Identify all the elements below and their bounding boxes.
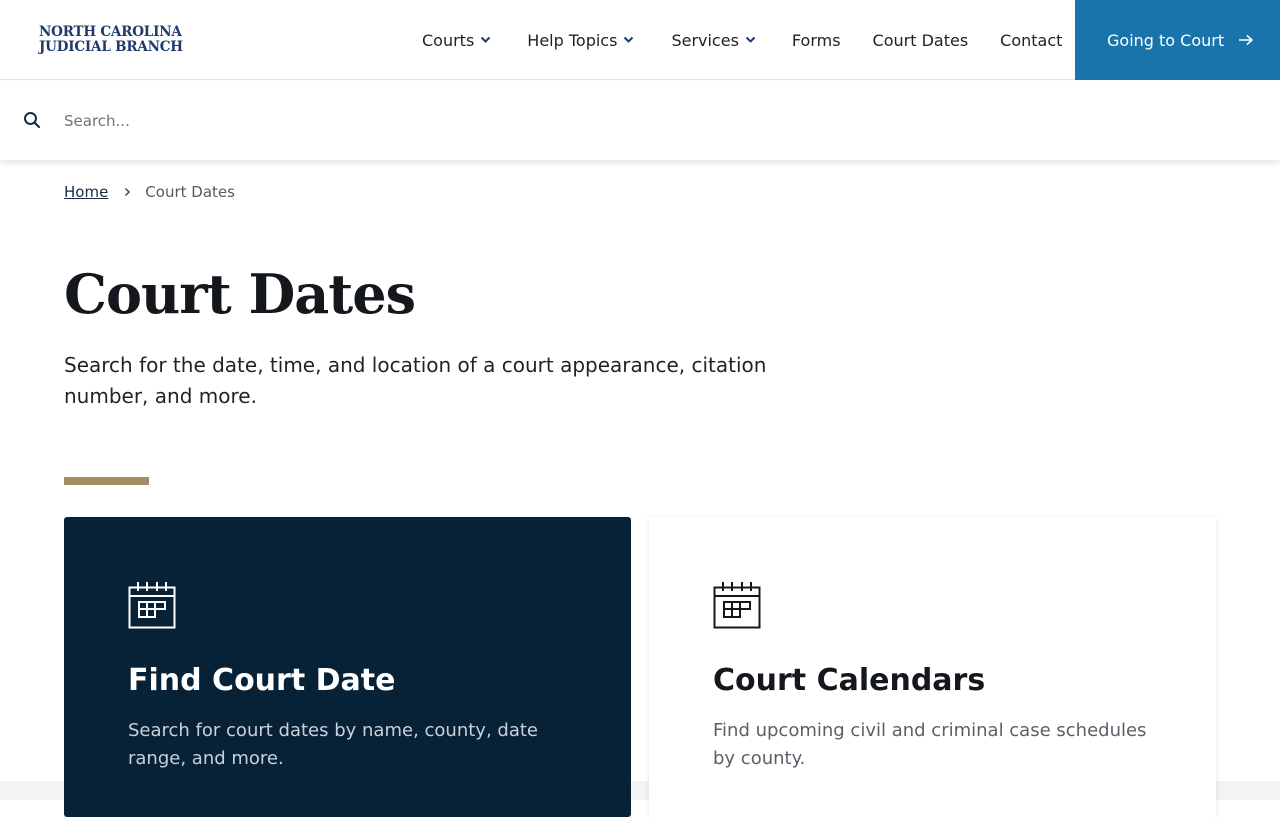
card-description: Find upcoming civil and criminal case sc… (713, 720, 1147, 769)
nav-item-label: Courts (422, 30, 475, 50)
search-icon[interactable] (23, 111, 41, 129)
breadcrumb-home-link[interactable]: Home (64, 183, 108, 201)
nav-item-court-dates[interactable]: Court Dates (873, 31, 969, 50)
search-bar (0, 81, 1280, 160)
main-nav: Courts Help Topics Services Forms Court … (422, 0, 1062, 80)
accent-divider (64, 477, 149, 485)
chevron-right-icon (124, 187, 131, 197)
chevron-down-icon (623, 36, 634, 44)
nav-item-contact[interactable]: Contact (1000, 31, 1062, 50)
chevron-down-icon (745, 36, 756, 44)
search-input[interactable] (64, 106, 1214, 136)
nav-item-forms[interactable]: Forms (792, 31, 841, 50)
court-calendars-card[interactable]: Court Calendars Find upcoming civil and … (649, 517, 1216, 817)
breadcrumb: Home Court Dates (64, 183, 235, 201)
nav-item-courts[interactable]: Courts (422, 31, 491, 50)
page-title: Court Dates (64, 262, 416, 326)
logo-line-1: NORTH CAROLINA (39, 24, 182, 40)
calendar-icon (713, 581, 761, 629)
arrow-right-icon (1238, 34, 1254, 46)
site-logo[interactable]: NORTH CAROLINA JUDICIAL BRANCH (39, 25, 183, 55)
site-header: NORTH CAROLINA JUDICIAL BRANCH Courts He… (0, 0, 1280, 80)
nav-item-help-topics[interactable]: Help Topics (527, 31, 634, 50)
nav-item-label: Contact (1000, 30, 1063, 50)
page-lead: Search for the date, time, and location … (64, 353, 767, 408)
nav-item-label: Services (671, 30, 739, 50)
card-description: Search for court dates by name, county, … (128, 720, 538, 769)
going-to-court-button[interactable]: Going to Court (1075, 0, 1280, 80)
nav-item-label: Help Topics (527, 30, 618, 50)
logo-line-2: JUDICIAL BRANCH (39, 39, 183, 55)
nav-item-services[interactable]: Services (671, 30, 756, 50)
cta-label: Going to Court (1107, 30, 1225, 50)
nav-item-label: Forms (791, 30, 841, 50)
breadcrumb-current: Court Dates (145, 183, 235, 201)
calendar-icon (128, 581, 176, 629)
chevron-down-icon (480, 36, 491, 44)
nav-item-label: Court Dates (872, 30, 969, 50)
card-title: Find Court Date (128, 663, 396, 698)
find-court-date-card[interactable]: Find Court Date Search for court dates b… (64, 517, 631, 817)
card-title: Court Calendars (713, 663, 986, 698)
